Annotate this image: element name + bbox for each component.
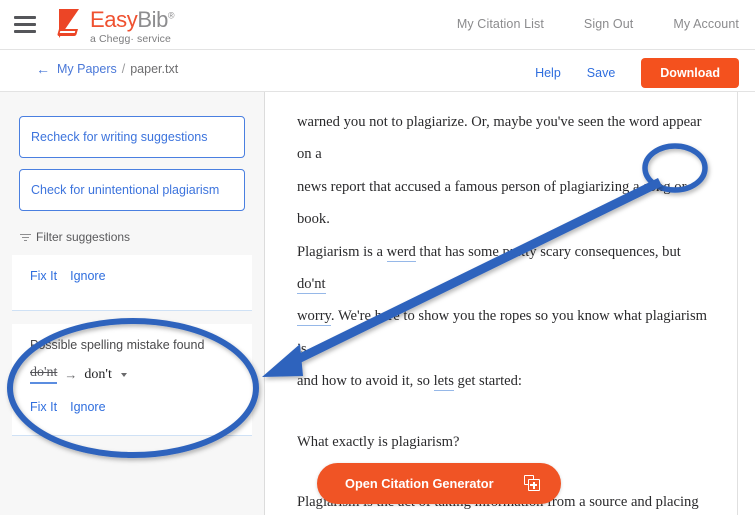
funnel-bar	[24, 239, 27, 241]
fix-it-link[interactable]: Fix It	[30, 269, 57, 283]
suggestion-card-actions: Fix It Ignore	[30, 400, 234, 414]
suggestion-card[interactable]: Fix It Ignore	[12, 255, 252, 311]
document-text-run: and how to avoid it, so	[297, 373, 434, 390]
book-icon	[56, 9, 83, 39]
book-page-gap	[59, 30, 76, 33]
document-text-run: get started:	[453, 373, 522, 390]
help-link[interactable]: Help	[535, 66, 561, 80]
save-link[interactable]: Save	[587, 66, 616, 80]
sub-header-bar: ← My Papers / paper.txt Help Save Downlo…	[0, 50, 755, 92]
back-arrow-icon[interactable]: ←	[36, 62, 50, 76]
breadcrumb-current-file: paper.txt	[130, 62, 179, 76]
breadcrumb: ← My Papers / paper.txt	[36, 62, 178, 76]
breadcrumb-separator: /	[121, 62, 126, 76]
chevron-down-icon[interactable]	[120, 372, 127, 377]
logo-tagline: a Chegg· service	[90, 33, 171, 45]
nav-sign-out[interactable]: Sign Out	[584, 17, 633, 31]
flagged-word[interactable]: worry	[297, 308, 331, 327]
suggestion-replacement-row: do'nt → don't	[30, 365, 234, 384]
hamburger-line	[14, 30, 36, 33]
copy-icon-plus-horizontal	[530, 484, 538, 486]
nav-my-citation-list[interactable]: My Citation List	[457, 17, 544, 31]
document-text-run: news report that accused a famous person…	[297, 178, 687, 228]
document-text-run: . We're here to show you the ropes so yo…	[297, 308, 707, 357]
top-header-bar: EasyBib® a Chegg· service My Citation Li…	[0, 0, 755, 50]
suggestions-sidebar: Recheck for writing suggestions Check fo…	[0, 92, 265, 515]
ignore-link[interactable]: Ignore	[70, 269, 105, 283]
original-word: do'nt	[30, 365, 58, 384]
check-unintentional-plagiarism-button[interactable]: Check for unintentional plagiarism	[19, 169, 245, 211]
ignore-link[interactable]: Ignore	[70, 400, 105, 414]
filter-suggestions-control[interactable]: Filter suggestions	[20, 230, 130, 244]
document-text-run: What exactly is plagiarism?	[297, 433, 460, 450]
copy-add-icon	[523, 475, 541, 492]
suggested-word[interactable]: don't	[84, 367, 111, 383]
document-paragraph: warned you not to plagiarize. Or, maybe …	[297, 106, 707, 398]
logo-word-easy: Easy	[90, 7, 138, 32]
document-text-run: that has some pretty scary consequences,…	[415, 243, 681, 260]
document-text[interactable]: warned you not to plagiarize. Or, maybe …	[266, 92, 737, 515]
top-navigation: My Citation List Sign Out My Account	[457, 17, 739, 31]
document-text-run: Plagiarism is a	[297, 243, 387, 260]
funnel-bar	[22, 236, 29, 238]
funnel-icon	[20, 233, 31, 242]
breadcrumb-my-papers-link[interactable]: My Papers	[57, 62, 117, 76]
flagged-word[interactable]: lets	[433, 373, 454, 392]
hamburger-line	[14, 23, 36, 26]
logo-text-block: EasyBib® a Chegg· service	[90, 7, 175, 45]
logo-trademark: ®	[167, 10, 175, 21]
document-text-run: warned you not to plagiarize. Or, maybe …	[297, 114, 702, 163]
hamburger-line	[14, 16, 36, 19]
easybib-writing-tool-window: EasyBib® a Chegg· service My Citation Li…	[0, 0, 755, 515]
logo-wordmark: EasyBib®	[90, 7, 175, 32]
open-citation-generator-label: Open Citation Generator	[345, 476, 494, 491]
nav-my-account[interactable]: My Account	[673, 17, 739, 31]
fix-it-link[interactable]: Fix It	[30, 400, 57, 414]
suggestion-card-actions: Fix It Ignore	[30, 269, 234, 283]
recheck-writing-suggestions-button[interactable]: Recheck for writing suggestions	[19, 116, 245, 158]
hamburger-menu-icon[interactable]	[14, 16, 36, 33]
replacement-arrow-icon: →	[64, 366, 78, 382]
suggestion-card-spelling[interactable]: Possible spelling mistake found do'nt → …	[12, 324, 252, 436]
open-citation-generator-button[interactable]: Open Citation Generator	[317, 463, 561, 504]
flagged-word[interactable]: werd	[386, 243, 416, 262]
download-button[interactable]: Download	[641, 58, 739, 88]
sub-header-actions: Help Save Download	[535, 58, 739, 88]
document-paragraph: What exactly is plagiarism?	[297, 426, 707, 458]
right-gutter	[739, 92, 755, 515]
logo-word-bib: Bib	[137, 7, 168, 32]
document-editor-pane[interactable]: warned you not to plagiarize. Or, maybe …	[266, 92, 738, 515]
suggestion-card-title: Possible spelling mistake found	[30, 338, 205, 352]
filter-suggestions-label: Filter suggestions	[36, 230, 131, 244]
funnel-bar	[20, 233, 31, 235]
easybib-logo[interactable]: EasyBib® a Chegg· service	[56, 7, 175, 45]
flagged-word[interactable]: do'nt	[297, 275, 326, 294]
